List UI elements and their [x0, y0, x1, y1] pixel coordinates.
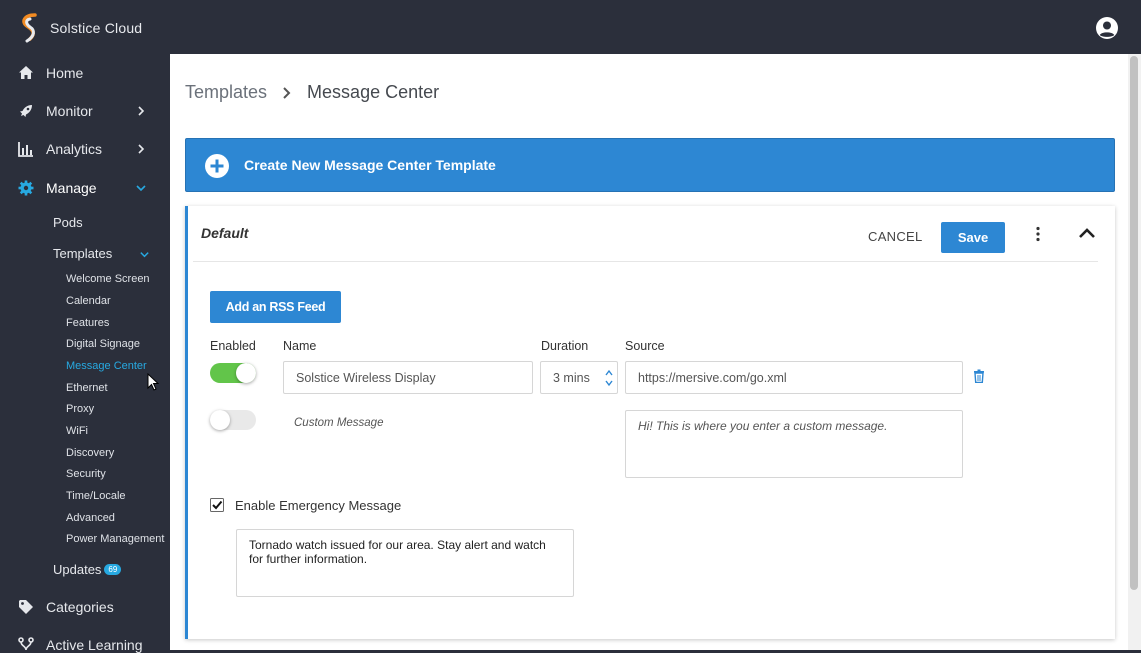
divider	[193, 261, 1098, 262]
template-card: Default CANCEL Save Add an RSS Feed Enab…	[185, 206, 1115, 639]
stepper-arrows-icon[interactable]	[605, 368, 613, 388]
sidebar-item-label: Categories	[46, 599, 114, 615]
template-item-security[interactable]: Security	[66, 468, 106, 480]
toggle-knob	[236, 363, 256, 383]
template-item-ethernet[interactable]: Ethernet	[66, 382, 108, 394]
sidebar-item-label: Analytics	[46, 141, 103, 157]
rocket-icon	[20, 105, 32, 117]
plus-circle-icon	[205, 154, 229, 178]
sidebar-item-label: Home	[46, 65, 84, 81]
chevron-right-icon	[138, 144, 145, 154]
column-header-enabled: Enabled	[210, 339, 256, 353]
chevron-down-icon	[140, 252, 149, 258]
sidebar-item-label: Templates	[53, 246, 113, 261]
template-item-advanced[interactable]: Advanced	[66, 512, 115, 524]
scrollbar-thumb[interactable]	[1130, 56, 1138, 590]
cancel-button[interactable]: CANCEL	[868, 229, 923, 244]
breadcrumb-templates-link[interactable]: Templates	[185, 82, 267, 103]
emergency-message-textarea[interactable]: Tornado watch issued for our area. Stay …	[236, 529, 574, 597]
template-title: Default	[201, 225, 249, 241]
sidebar-item-pods[interactable]: Pods	[53, 215, 83, 230]
sidebar-item-updates[interactable]: Updates 69	[53, 562, 122, 577]
template-item-proxy[interactable]: Proxy	[66, 403, 94, 415]
gear-icon	[18, 180, 34, 196]
template-item-power-management[interactable]: Power Management	[66, 533, 164, 545]
custom-message-label: Custom Message	[294, 417, 384, 429]
sidebar-item-label: Active Learning	[46, 637, 143, 653]
emergency-message-label: Enable Emergency Message	[235, 498, 402, 513]
app-name: Solstice Cloud	[50, 20, 143, 36]
trash-icon[interactable]	[973, 369, 985, 383]
sidebar-item-home[interactable]: Home	[0, 57, 168, 89]
template-item-calendar[interactable]: Calendar	[66, 295, 111, 307]
updates-count-badge: 69	[104, 564, 122, 575]
solstice-logo-icon	[22, 13, 37, 43]
column-header-name: Name	[283, 339, 317, 353]
template-item-discovery[interactable]: Discovery	[66, 447, 114, 459]
brand[interactable]: Solstice Cloud	[18, 11, 142, 45]
template-item-features[interactable]: Features	[66, 317, 109, 329]
sidebar-item-label: Updates	[53, 562, 102, 577]
create-template-label: Create New Message Center Template	[244, 157, 496, 173]
chevron-right-icon	[283, 86, 291, 99]
template-item-wifi[interactable]: WiFi	[66, 425, 88, 437]
sidebar-item-active-learning[interactable]: Active Learning	[0, 629, 168, 653]
sidebar-item-templates[interactable]: Templates	[53, 246, 153, 261]
sidebar-item-label: Monitor	[46, 103, 93, 119]
sidebar-item-manage[interactable]: Manage	[0, 172, 168, 204]
home-icon	[19, 66, 33, 79]
mouse-cursor-icon	[147, 373, 159, 391]
toggle-knob	[210, 410, 230, 430]
sidebar-item-monitor[interactable]: Monitor	[0, 95, 168, 127]
sidebar-item-label: Manage	[46, 180, 97, 196]
add-rss-feed-button[interactable]: Add an RSS Feed	[210, 291, 341, 323]
sidebar-item-analytics[interactable]: Analytics	[0, 133, 168, 165]
top-bar: Solstice Cloud	[0, 0, 1141, 54]
template-item-message-center[interactable]: Message Center	[66, 360, 147, 372]
create-template-button[interactable]: Create New Message Center Template	[185, 138, 1115, 192]
breadcrumb: Templates Message Center	[185, 82, 439, 103]
chevron-up-icon[interactable]	[1078, 226, 1096, 240]
custom-message-toggle[interactable]	[210, 410, 256, 430]
feed-source-input[interactable]: https://mersive.com/go.xml	[625, 361, 963, 394]
custom-message-textarea[interactable]: Hi! This is where you enter a custom mes…	[625, 410, 963, 478]
duration-value: 3 mins	[553, 370, 590, 385]
tag-icon	[19, 600, 33, 614]
main-panel: Templates Message Center Create New Mess…	[170, 54, 1128, 650]
user-account-icon[interactable]	[1095, 16, 1119, 40]
sidebar: Home Monitor Analytics Manage Pods Templ…	[0, 54, 168, 653]
sidebar-item-categories[interactable]: Categories	[0, 591, 168, 623]
template-item-time-locale[interactable]: Time/Locale	[66, 490, 126, 502]
duration-select[interactable]: 3 mins	[540, 361, 618, 394]
emergency-message-checkbox[interactable]	[210, 498, 224, 512]
template-item-digital-signage[interactable]: Digital Signage	[66, 338, 140, 350]
page-title: Message Center	[307, 82, 440, 102]
template-item-welcome-screen[interactable]: Welcome Screen	[66, 273, 150, 285]
branch-icon	[18, 637, 34, 651]
feed-name-input[interactable]: Solstice Wireless Display	[283, 361, 533, 394]
feed-enabled-toggle[interactable]	[210, 363, 256, 383]
save-button[interactable]: Save	[941, 222, 1005, 253]
chevron-down-icon	[136, 185, 146, 192]
bar-chart-icon	[18, 142, 33, 157]
column-header-source: Source	[625, 339, 665, 353]
column-header-duration: Duration	[541, 339, 589, 353]
more-vertical-icon[interactable]	[1034, 226, 1042, 242]
chevron-right-icon	[138, 106, 145, 116]
